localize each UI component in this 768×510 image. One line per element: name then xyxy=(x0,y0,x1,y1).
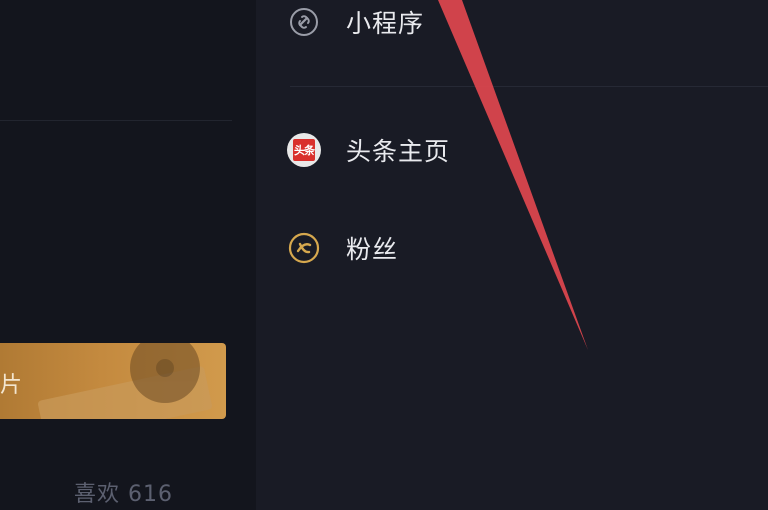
menu-item-fans[interactable]: 粉丝 xyxy=(286,228,398,268)
menu-item-label: 小程序 xyxy=(346,9,425,38)
menu-item-label: 粉丝 xyxy=(346,235,399,264)
side-menu: 小程序 头条 头条主页 粉丝 xyxy=(256,0,768,510)
divider xyxy=(0,120,232,121)
likes-count: 喜欢 616 xyxy=(74,482,173,507)
link-icon xyxy=(286,4,322,40)
divider xyxy=(290,86,768,87)
toutiao-badge-text: 头条 xyxy=(293,139,315,161)
toutiao-icon: 头条 xyxy=(286,132,322,168)
left-panel: 片 喜欢 616 xyxy=(0,0,256,510)
menu-item-mini-program[interactable]: 小程序 xyxy=(286,2,424,42)
promo-banner[interactable]: 片 xyxy=(0,343,226,419)
banner-text: 片 xyxy=(0,373,24,398)
menu-item-label: 头条主页 xyxy=(346,137,451,166)
menu-item-toutiao-homepage[interactable]: 头条 头条主页 xyxy=(286,130,450,170)
fans-icon xyxy=(286,230,322,266)
